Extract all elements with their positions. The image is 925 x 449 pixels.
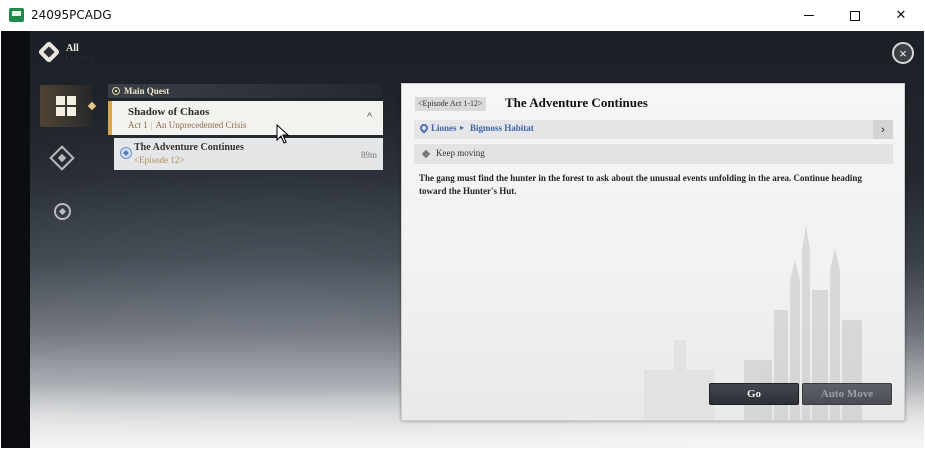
category-side-quest[interactable] [49,145,75,171]
tab-label: All [66,43,79,54]
group-title: Shadow of Chaos [128,106,210,118]
app-icon [9,8,24,22]
close-icon: ✕ [895,8,907,23]
category-all[interactable] [40,85,97,127]
close-icon: × [899,45,907,61]
episode-tag: <Episode Act 1-12> [415,97,486,111]
chevron-up-icon[interactable]: ^ [367,111,372,123]
close-window-button[interactable]: ✕ [878,0,924,31]
quest-item-time: 89m [360,150,377,160]
location-row[interactable]: Liones ▸ Bigmoss Habitat › [414,120,893,139]
section-title: Main Quest [124,86,170,96]
tab-header[interactable]: All · · · · · · [38,41,94,63]
quest-item-title: The Adventure Continues [134,142,244,153]
diamond-icon [49,145,75,171]
minimize-icon [804,15,814,16]
objective-text: Keep moving [436,148,485,158]
compass-icon [53,202,71,220]
window-titlebar: 24095PCADG ✕ [0,0,925,31]
auto-move-button[interactable]: Auto Move [802,383,892,405]
location-navigate-button[interactable]: › [873,120,893,139]
maximize-button[interactable] [832,0,878,31]
group-subtitle: Act 1 | An Unprecedented Crisis [128,120,247,130]
subtitle-separator: | [150,120,153,130]
quest-item-episode: <Episode 12> [134,155,185,165]
quest-group[interactable]: Shadow of Chaos Act 1 | An Unprecedented C… [108,101,383,135]
quest-description: The gang must find the hunter in the for… [419,173,862,196]
viewport-left-edge [1,31,30,448]
objective-bullet-icon [421,149,431,159]
grid-icon [55,95,77,117]
mouse-cursor-icon [276,124,290,144]
main-quest-icon [112,87,120,95]
maximize-icon [850,10,860,21]
category-event-quest[interactable] [52,201,72,221]
minimize-button[interactable] [786,0,832,31]
tab-sub-ornament: · · · · · · [66,55,94,61]
chapter-name: An Unprecedented Crisis [155,120,247,130]
quest-list-item[interactable]: The Adventure Continues <Episode 12> 89m [114,138,383,170]
emblem-icon [38,41,60,63]
go-button[interactable]: Go [709,383,799,405]
quest-section-header: Main Quest [108,84,382,98]
location-pin-icon [418,122,430,134]
game-viewport: All · · · · · · × Main Quest Shadow of C… [1,31,924,448]
window-title: 24095PCADG [31,8,112,22]
quest-title: The Adventure Continues [505,95,648,110]
act-label: Act 1 [128,120,148,130]
breadcrumb-arrow-icon: ▸ [460,123,465,132]
objective-row: Keep moving [414,144,893,164]
selected-indicator [87,101,97,111]
location-area: Bigmoss Habitat [470,123,534,133]
quest-marker-icon [120,147,132,159]
close-quest-button[interactable]: × [892,42,914,64]
location-region: Liones [431,123,457,133]
quest-detail-panel: <Episode Act 1-12> The Adventure Continu… [401,83,905,421]
